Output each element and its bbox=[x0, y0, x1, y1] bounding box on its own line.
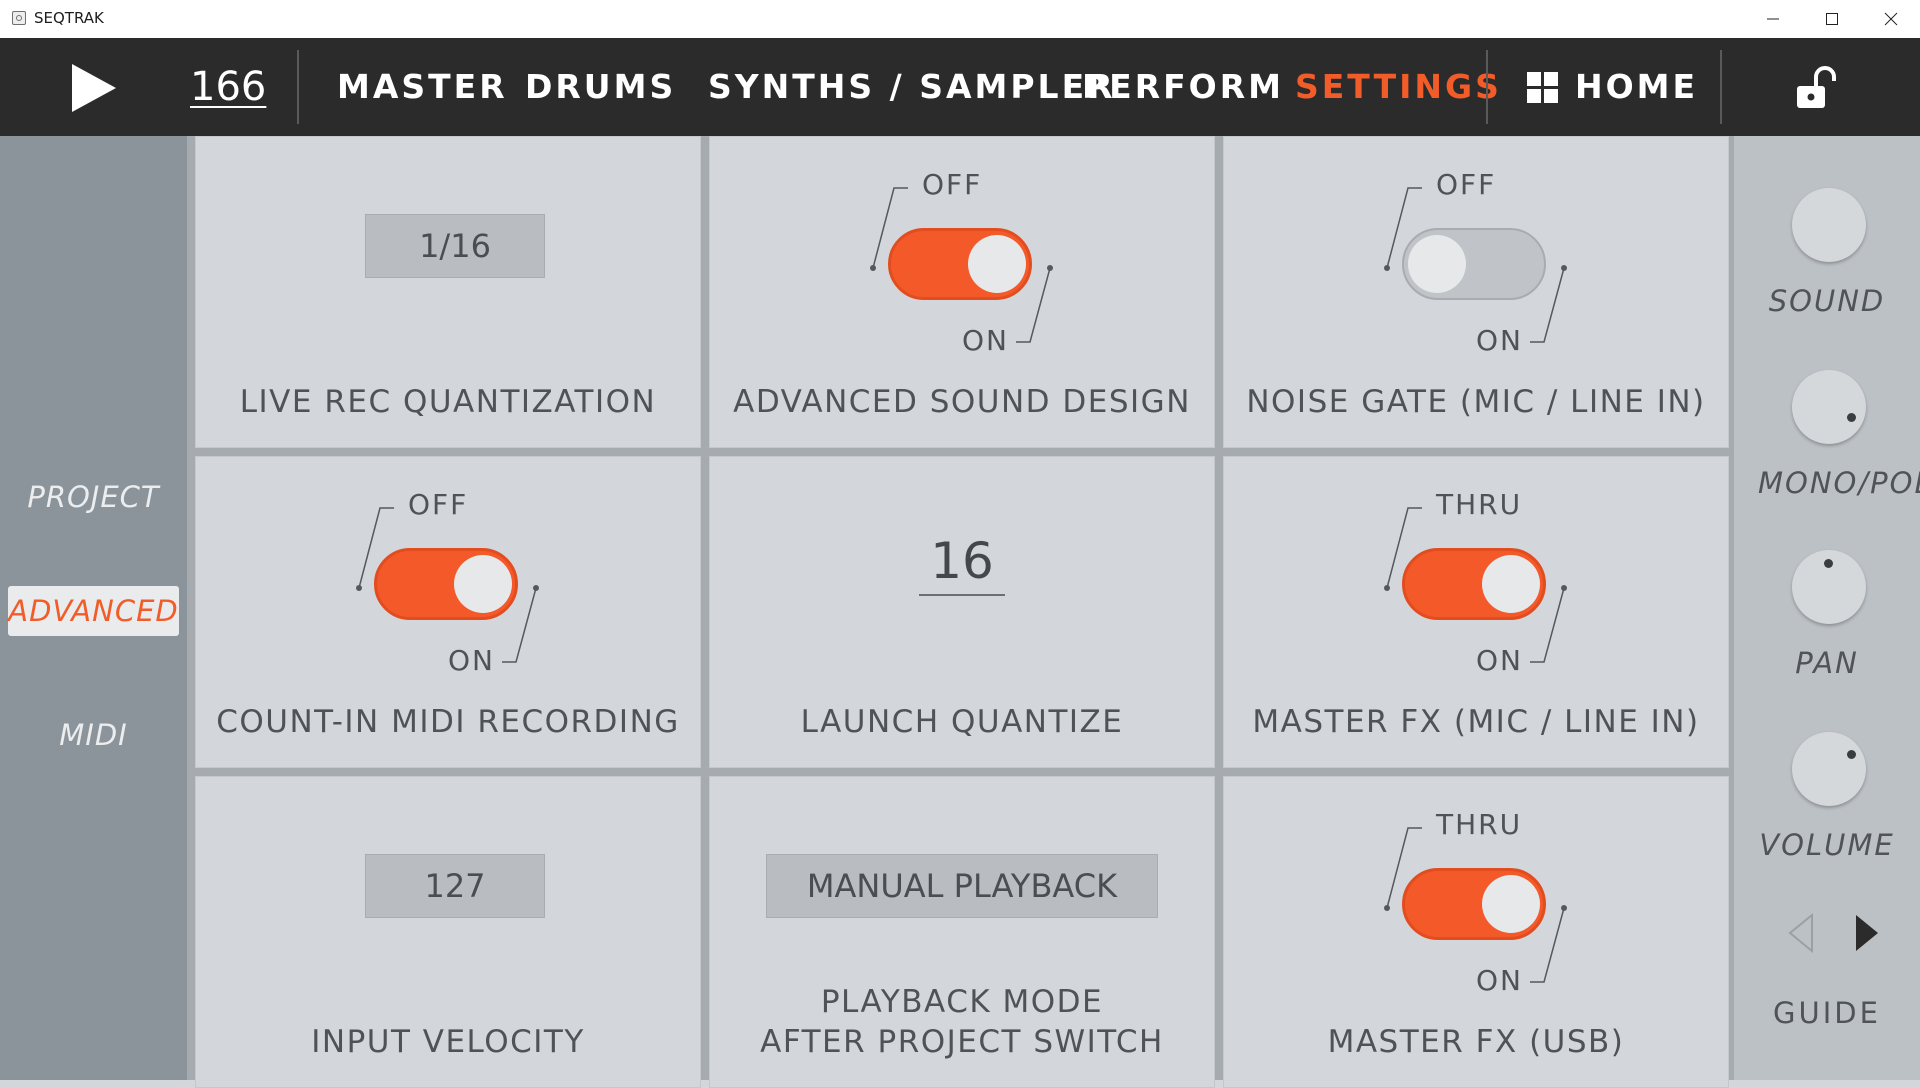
tab-drums[interactable]: DRUMS bbox=[525, 38, 676, 136]
right-control-panel: SOUND MONO/POLY PAN VOLUME GUIDE bbox=[1734, 136, 1920, 1080]
input-velocity-value[interactable]: 127 bbox=[365, 854, 545, 918]
toggle-group: OFF ON bbox=[864, 156, 1074, 357]
playback-mode-value[interactable]: MANUAL PLAYBACK bbox=[766, 854, 1158, 918]
setting-label: MASTER FX (USB) bbox=[1327, 1024, 1625, 1060]
setting-label: INPUT VELOCITY bbox=[311, 1024, 585, 1060]
setting-label: PLAYBACK MODE AFTER PROJECT SWITCH bbox=[760, 984, 1164, 1060]
volume-knob[interactable] bbox=[1792, 732, 1866, 806]
app-icon bbox=[12, 11, 26, 25]
toggle-on-label: ON bbox=[1476, 324, 1523, 357]
arrow-right-icon[interactable] bbox=[1856, 915, 1878, 951]
toggle-knob bbox=[1482, 875, 1540, 933]
guide-label[interactable]: GUIDE bbox=[1734, 996, 1920, 1030]
setting-master-fx-usb: THRU ON MASTER FX (USB) bbox=[1223, 776, 1729, 1088]
setting-label: COUNT-IN MIDI RECORDING bbox=[216, 704, 680, 740]
window-titlebar: SEQTRAK bbox=[0, 0, 1920, 39]
toggle-on-label: ON bbox=[448, 644, 495, 677]
guide-navigation bbox=[1788, 912, 1878, 954]
knob-indicator bbox=[1824, 559, 1833, 568]
toggle-off-label: OFF bbox=[1436, 168, 1497, 201]
advanced-sound-design-toggle[interactable] bbox=[888, 228, 1032, 300]
live-rec-quantization-value[interactable]: 1/16 bbox=[365, 214, 545, 278]
settings-grid: 1/16 LIVE REC QUANTIZATION OFF ON ADVANC… bbox=[187, 136, 1734, 1088]
noise-gate-toggle[interactable] bbox=[1402, 228, 1546, 300]
toggle-knob bbox=[968, 235, 1026, 293]
unlock-icon[interactable] bbox=[1792, 62, 1844, 114]
toggle-knob bbox=[454, 555, 512, 613]
toggle-group: OFF ON bbox=[350, 476, 560, 677]
toggle-off-label: THRU bbox=[1436, 488, 1523, 521]
setting-label: ADVANCED SOUND DESIGN bbox=[733, 384, 1191, 420]
sidebar-item-advanced[interactable]: ADVANCED bbox=[8, 586, 179, 636]
master-fx-usb-toggle[interactable] bbox=[1402, 868, 1546, 940]
knob-label-pan: PAN bbox=[1795, 646, 1859, 680]
close-icon bbox=[1884, 12, 1898, 26]
setting-advanced-sound-design: OFF ON ADVANCED SOUND DESIGN bbox=[709, 136, 1215, 448]
arrow-left-icon[interactable] bbox=[1788, 912, 1813, 954]
knob-indicator bbox=[1847, 413, 1856, 422]
tab-home[interactable]: HOME bbox=[1575, 38, 1698, 136]
maximize-icon bbox=[1826, 13, 1838, 25]
master-fx-mic-toggle[interactable] bbox=[1402, 548, 1546, 620]
setting-input-velocity: 127 INPUT VELOCITY bbox=[195, 776, 701, 1088]
toggle-off-label: THRU bbox=[1436, 808, 1523, 841]
toggle-on-label: ON bbox=[1476, 644, 1523, 677]
knob-label-mono-poly: MONO/POLY bbox=[1758, 466, 1920, 500]
settings-sidebar: PROJECT ADVANCED MIDI bbox=[0, 136, 187, 1080]
setting-label: LIVE REC QUANTIZATION bbox=[239, 384, 657, 420]
toggle-off-label: OFF bbox=[922, 168, 983, 201]
minimize-icon bbox=[1767, 18, 1779, 20]
tab-synths-sampler[interactable]: SYNTHS / SAMPLER bbox=[708, 38, 1116, 136]
knob-indicator bbox=[1847, 750, 1856, 759]
tab-settings[interactable]: SETTINGS bbox=[1295, 38, 1502, 136]
toggle-knob bbox=[1408, 235, 1466, 293]
setting-master-fx-mic: THRU ON MASTER FX (MIC / LINE IN) bbox=[1223, 456, 1729, 768]
sidebar-item-project[interactable]: PROJECT bbox=[8, 472, 179, 522]
launch-quantize-value[interactable]: 16 bbox=[919, 528, 1005, 596]
toggle-off-label: OFF bbox=[408, 488, 469, 521]
toggle-knob bbox=[1482, 555, 1540, 613]
play-icon[interactable] bbox=[60, 60, 130, 116]
knob-label-sound: SOUND bbox=[1768, 284, 1886, 318]
nav-divider bbox=[1720, 50, 1722, 124]
setting-label: MASTER FX (MIC / LINE IN) bbox=[1252, 704, 1700, 740]
pan-knob[interactable] bbox=[1792, 550, 1866, 624]
setting-count-in-midi-recording: OFF ON COUNT-IN MIDI RECORDING bbox=[195, 456, 701, 768]
setting-label: LAUNCH QUANTIZE bbox=[800, 704, 1124, 740]
toggle-on-label: ON bbox=[1476, 964, 1523, 997]
toggle-on-label: ON bbox=[962, 324, 1009, 357]
setting-noise-gate: OFF ON NOISE GATE (MIC / LINE IN) bbox=[1223, 136, 1729, 448]
tab-perform[interactable]: PERFORM bbox=[1082, 38, 1284, 136]
nav-divider bbox=[297, 50, 299, 124]
setting-label: NOISE GATE (MIC / LINE IN) bbox=[1246, 384, 1706, 420]
tempo-display[interactable]: 166 bbox=[190, 38, 266, 136]
setting-launch-quantize: 16 LAUNCH QUANTIZE bbox=[709, 456, 1215, 768]
setting-playback-mode: MANUAL PLAYBACK PLAYBACK MODE AFTER PROJ… bbox=[709, 776, 1215, 1088]
tab-master[interactable]: MASTER bbox=[337, 38, 508, 136]
nav-divider bbox=[1486, 50, 1488, 124]
mono-poly-knob[interactable] bbox=[1792, 370, 1866, 444]
setting-live-rec-quantization: 1/16 LIVE REC QUANTIZATION bbox=[195, 136, 701, 448]
toggle-group: THRU ON bbox=[1378, 796, 1588, 997]
minimize-button[interactable] bbox=[1744, 0, 1802, 38]
sound-knob[interactable] bbox=[1792, 188, 1866, 262]
window-title: SEQTRAK bbox=[34, 9, 104, 27]
count-in-midi-toggle[interactable] bbox=[374, 548, 518, 620]
close-button[interactable] bbox=[1862, 0, 1920, 38]
toggle-group: THRU ON bbox=[1378, 476, 1588, 677]
knob-label-volume: VOLUME bbox=[1759, 828, 1895, 862]
top-navigation: 166 MASTER DRUMS SYNTHS / SAMPLER PERFOR… bbox=[0, 38, 1920, 136]
toggle-group: OFF ON bbox=[1378, 156, 1588, 357]
home-icon[interactable] bbox=[1527, 72, 1559, 104]
maximize-button[interactable] bbox=[1803, 0, 1861, 38]
sidebar-item-midi[interactable]: MIDI bbox=[8, 710, 179, 760]
